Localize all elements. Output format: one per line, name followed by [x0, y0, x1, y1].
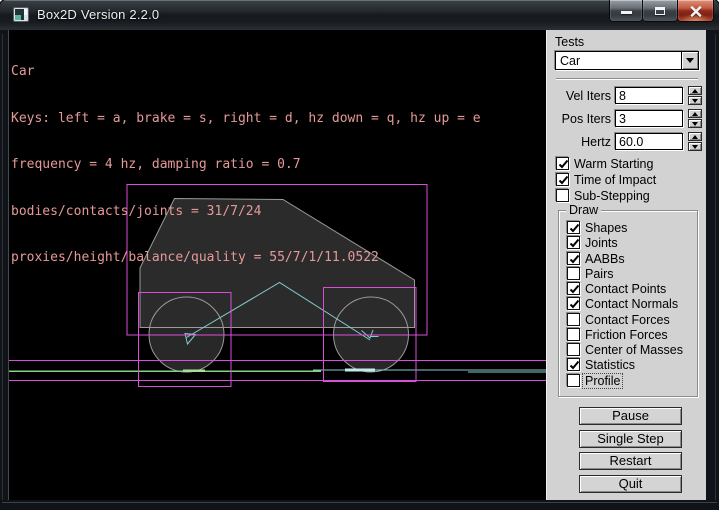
checkbox-box[interactable]	[567, 236, 580, 249]
minimize-icon	[621, 11, 632, 14]
spin-up-button[interactable]	[688, 132, 702, 141]
arrow-up-icon	[692, 89, 698, 93]
arrow-down-icon	[692, 99, 698, 103]
checkbox-label: AABBs	[585, 252, 625, 266]
vel-iters-label: Vel Iters	[547, 89, 611, 103]
window-frame-right	[715, 34, 716, 500]
tests-dropdown[interactable]: Car	[555, 51, 699, 70]
window-frame-left	[2, 34, 3, 500]
vel-iters-input[interactable]: 8	[615, 87, 683, 104]
hud-text: Car Keys: left = a, brake = s, right = d…	[11, 33, 481, 297]
tests-label: Tests	[555, 35, 584, 49]
arrow-up-icon	[692, 135, 698, 139]
hertz-spinner	[688, 132, 702, 151]
single-step-button[interactable]: Single Step	[579, 430, 682, 448]
arrow-down-icon	[692, 122, 698, 126]
maximize-icon	[655, 7, 665, 15]
checkbox-label: Joints	[585, 236, 618, 250]
control-panel: Tests Car Vel Iters 8 Pos Iters 3 Hertz …	[546, 30, 706, 500]
pos-iters-row: Pos Iters 3	[547, 110, 707, 128]
restart-button[interactable]: Restart	[579, 452, 682, 470]
checkbox-box[interactable]	[556, 189, 569, 202]
draw-group-title: Draw	[566, 203, 601, 217]
checkbox-label: Friction Forces	[585, 328, 668, 342]
vel-iters-row: Vel Iters 8	[547, 87, 707, 105]
keys-help: Keys: left = a, brake = s, right = d, hz…	[11, 111, 481, 127]
vel-iters-spinner	[688, 86, 702, 105]
window-title: Box2D Version 2.2.0	[37, 7, 159, 22]
checkbox-box[interactable]	[567, 267, 580, 280]
checkbox-label: Pairs	[585, 267, 613, 281]
pos-iters-label: Pos Iters	[547, 112, 611, 126]
spin-down-button[interactable]	[688, 119, 702, 128]
checkbox-box[interactable]	[567, 221, 580, 234]
test-name: Car	[11, 64, 481, 80]
close-icon	[690, 6, 702, 17]
checkbox-label: Time of Impact	[574, 173, 656, 187]
box2d-window: Box2D Version 2.2.0	[0, 0, 719, 510]
checkbox-label: Sub-Stepping	[574, 189, 650, 203]
pos-iters-input[interactable]: 3	[615, 110, 683, 127]
checkbox-label: Center of Masses	[585, 343, 683, 357]
checkbox-label: Shapes	[585, 221, 627, 235]
frequency-info: frequency = 4 hz, damping ratio = 0.7	[11, 157, 481, 173]
checkbox-label: Statistics	[585, 358, 635, 372]
window-frame-bottom	[2, 502, 717, 503]
checkbox-box[interactable]	[567, 328, 580, 341]
checkbox-box[interactable]	[567, 282, 580, 295]
spin-down-button[interactable]	[688, 142, 702, 151]
checkbox-label: Contact Normals	[585, 297, 678, 311]
chevron-down-icon	[686, 58, 694, 63]
spin-up-button[interactable]	[688, 109, 702, 118]
spin-down-button[interactable]	[688, 96, 702, 105]
hertz-input[interactable]: 60.0	[615, 133, 683, 150]
pos-iters-spinner	[688, 109, 702, 128]
spin-up-button[interactable]	[688, 86, 702, 95]
simulation-canvas[interactable]: Car Keys: left = a, brake = s, right = d…	[8, 30, 546, 500]
checkbox-box[interactable]	[567, 343, 580, 356]
stats-proxies: proxies/height/balance/quality = 55/7/1/…	[11, 250, 481, 266]
checkbox-box[interactable]	[567, 252, 580, 265]
hertz-label: Hertz	[547, 135, 611, 149]
arrow-up-icon	[692, 112, 698, 116]
hertz-row: Hertz 60.0	[547, 133, 707, 151]
app-icon	[13, 7, 29, 22]
arrow-down-icon	[692, 145, 698, 149]
quit-button[interactable]: Quit	[579, 475, 682, 493]
checkbox-box[interactable]	[556, 157, 569, 170]
checkbox-label: Warm Starting	[574, 157, 653, 171]
tests-dropdown-value: Car	[560, 54, 580, 68]
checkbox-box[interactable]	[556, 173, 569, 186]
checkbox-label: Contact Points	[585, 282, 666, 296]
close-button[interactable]	[677, 0, 714, 22]
checkbox-box[interactable]	[567, 358, 580, 371]
stats-bodies: bodies/contacts/joints = 31/7/24	[11, 204, 481, 220]
checkbox-label: Contact Forces	[585, 313, 670, 327]
checkbox-box[interactable]	[567, 374, 580, 387]
titlebar[interactable]: Box2D Version 2.2.0	[0, 0, 719, 30]
checkbox-box[interactable]	[567, 313, 580, 326]
maximize-button[interactable]	[643, 0, 677, 22]
minimize-button[interactable]	[609, 0, 643, 22]
checkbox-box[interactable]	[567, 297, 580, 310]
checkbox-label: Profile	[583, 374, 622, 388]
caption-buttons	[609, 0, 714, 22]
dropdown-arrow-button[interactable]	[681, 52, 698, 69]
separator	[556, 78, 698, 80]
pause-button[interactable]: Pause	[579, 407, 682, 425]
